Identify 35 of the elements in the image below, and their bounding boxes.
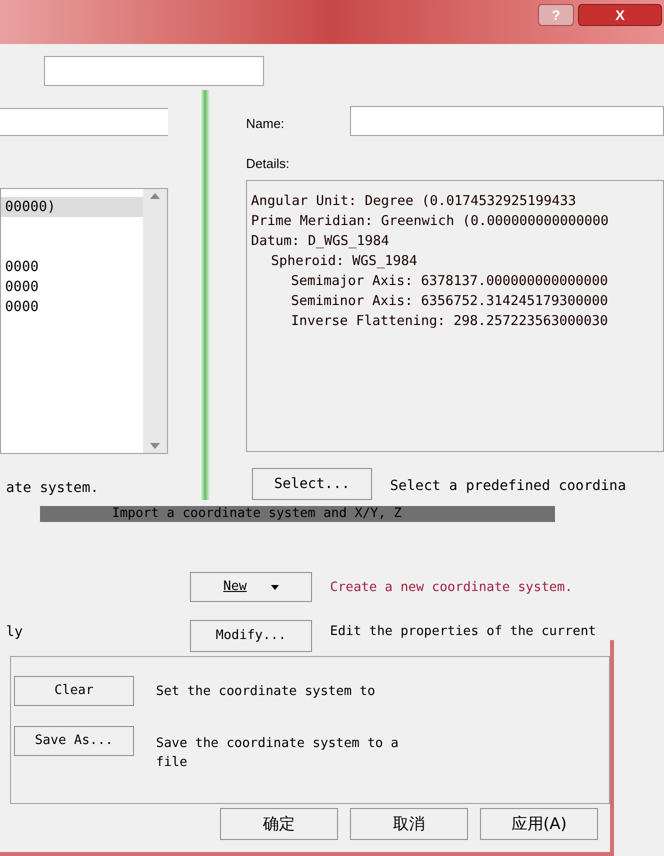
- list-item[interactable]: 0000: [1, 277, 143, 297]
- close-button[interactable]: X: [578, 4, 662, 26]
- clear-description: Set the coordinate system to: [156, 683, 376, 701]
- clear-button[interactable]: Clear: [14, 676, 134, 706]
- detail-line: Semimajor Axis: 6378137.000000000000000: [290, 272, 609, 291]
- import-banner: Import a coordinate system and X/Y, Z: [40, 506, 555, 522]
- detail-line: Angular Unit: Degree (0.0174532925199433: [251, 192, 578, 211]
- detail-line: Prime Meridian: Greenwich (0.000000000000000: [251, 212, 610, 231]
- up-arrow-icon[interactable]: [150, 193, 160, 199]
- caption-text: ly: [6, 623, 23, 642]
- select-button[interactable]: Select...: [252, 468, 372, 500]
- list-item[interactable]: 00000): [1, 197, 143, 217]
- caption-text: ate system.: [6, 479, 99, 498]
- scrollbar[interactable]: [143, 189, 167, 453]
- cancel-button[interactable]: 取消: [350, 808, 468, 840]
- down-arrow-icon[interactable]: [150, 443, 160, 449]
- modify-description: Edit the properties of the current: [330, 623, 596, 641]
- name-field[interactable]: [350, 106, 664, 136]
- ok-button[interactable]: 确定: [220, 808, 338, 840]
- detail-line: Datum: D_WGS_1984: [251, 232, 390, 251]
- detail-line: Semiminor Axis: 6356752.314245179300000: [290, 292, 609, 311]
- modify-button[interactable]: Modify...: [190, 620, 312, 652]
- details-label: Details:: [246, 155, 290, 173]
- name-label: Name:: [246, 115, 284, 133]
- detail-line: Spheroid: WGS_1984: [270, 252, 418, 271]
- select-description: Select a predefined coordina: [390, 477, 626, 496]
- save-as-button[interactable]: Save As...: [14, 726, 134, 756]
- apply-button[interactable]: 应用(A): [480, 808, 598, 840]
- new-description: Create a new coordinate system.: [330, 579, 573, 597]
- new-button[interactable]: New: [190, 572, 312, 602]
- list-item[interactable]: 0000: [1, 297, 143, 317]
- caret-icon: [270, 584, 279, 590]
- save-as-description: Save the coordinate system to a file: [156, 735, 400, 772]
- list-item[interactable]: 0000: [1, 257, 143, 277]
- detail-line: Inverse Flattening: 298.257223563000030: [290, 312, 609, 331]
